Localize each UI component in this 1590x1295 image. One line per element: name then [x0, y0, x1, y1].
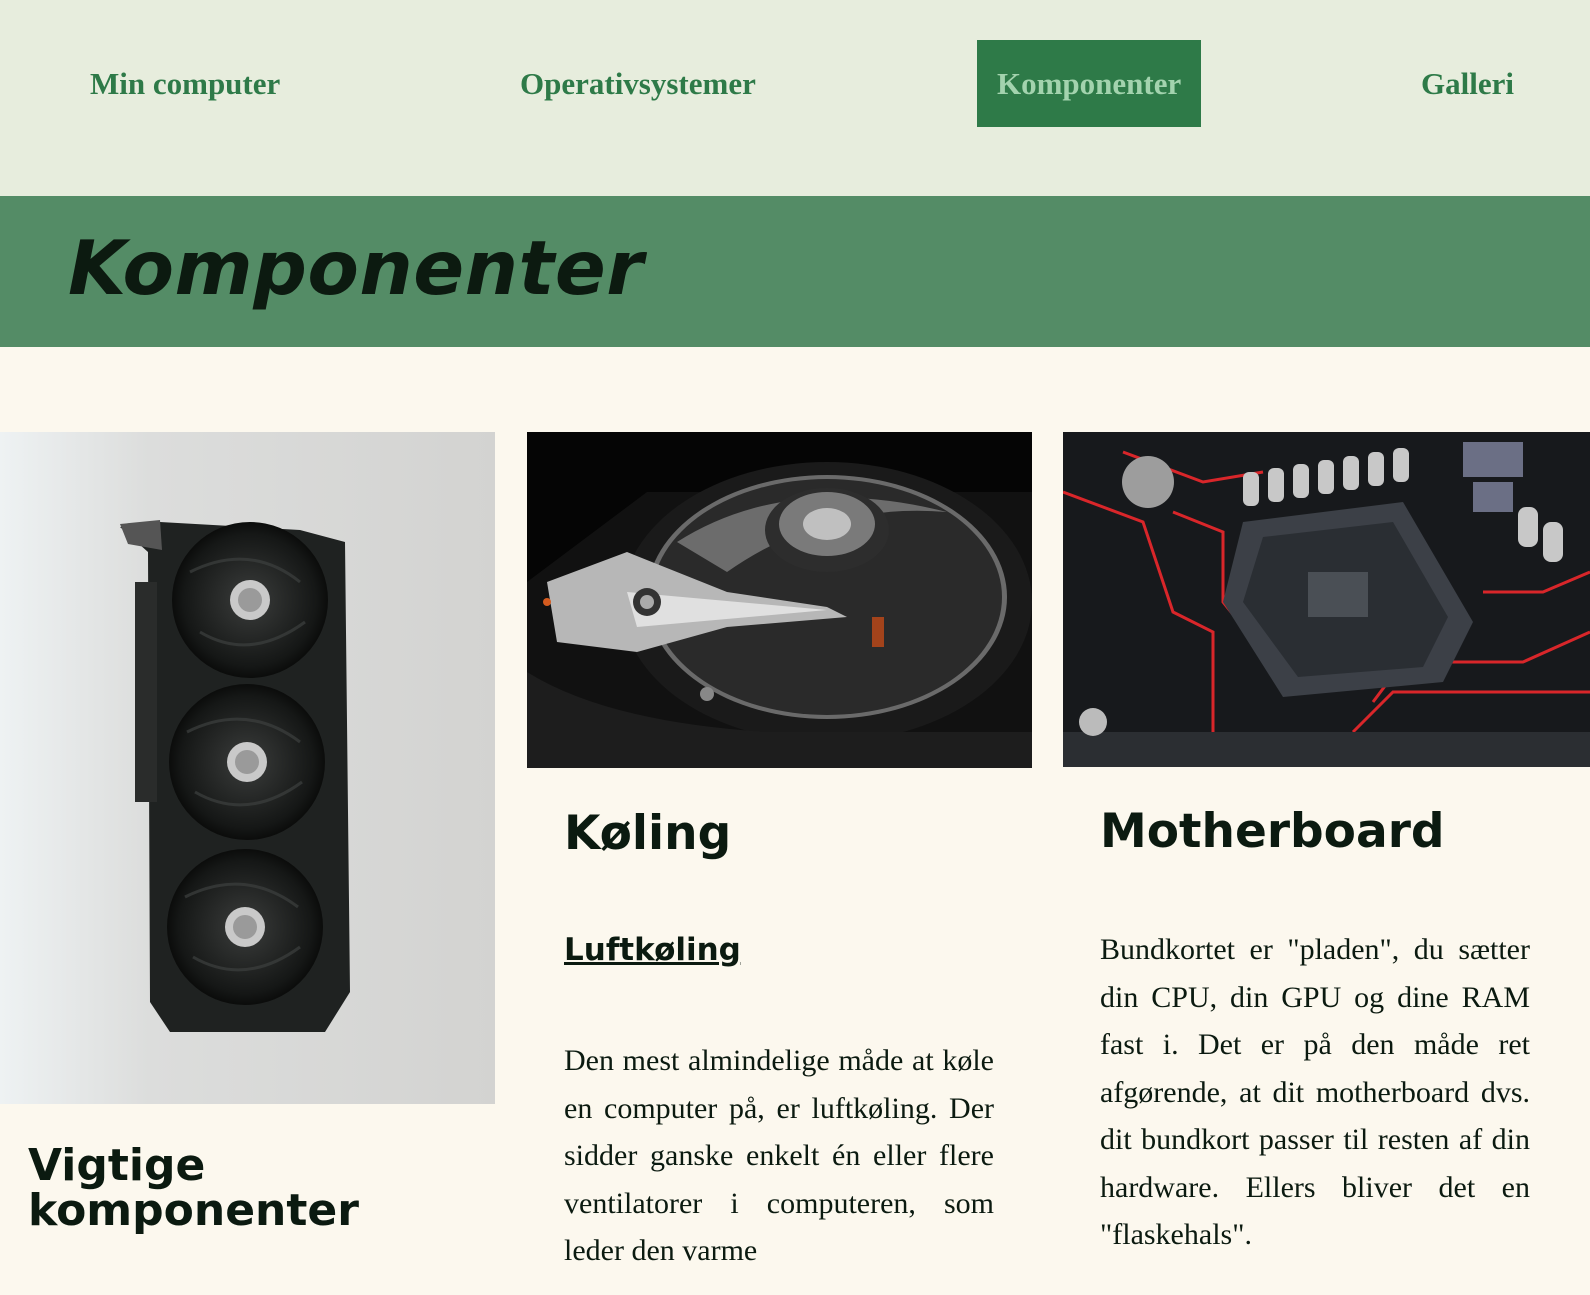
- page-title: Komponenter: [68, 224, 644, 312]
- motherboard-image: [1063, 432, 1590, 767]
- cooling-card-subheading: Luftkøling: [564, 932, 741, 968]
- page-banner: Komponenter: [0, 196, 1590, 347]
- motherboard-card-heading: Motherboard: [1100, 804, 1445, 859]
- motherboard-card-text: Bundkortet er "pladen", du sætter din CP…: [1100, 933, 1530, 1251]
- nav-link-komponenter[interactable]: Komponenter: [977, 40, 1202, 127]
- cooling-card-text: Den mest almindelige måde at køle en com…: [564, 1044, 994, 1267]
- gpu-card-heading: Vigtige komponenter: [28, 1140, 359, 1236]
- hard-drive-image: [527, 432, 1032, 768]
- nav-link-galleri[interactable]: Galleri: [1421, 40, 1514, 127]
- top-navigation: Min computer Operativsystemer Komponente…: [0, 0, 1590, 196]
- nav-link-min-computer[interactable]: Min computer: [90, 40, 280, 127]
- graphics-card-image: [0, 432, 495, 1104]
- nav-link-operativsystemer[interactable]: Operativsystemer: [520, 40, 756, 127]
- cooling-card-heading: Køling: [564, 806, 732, 861]
